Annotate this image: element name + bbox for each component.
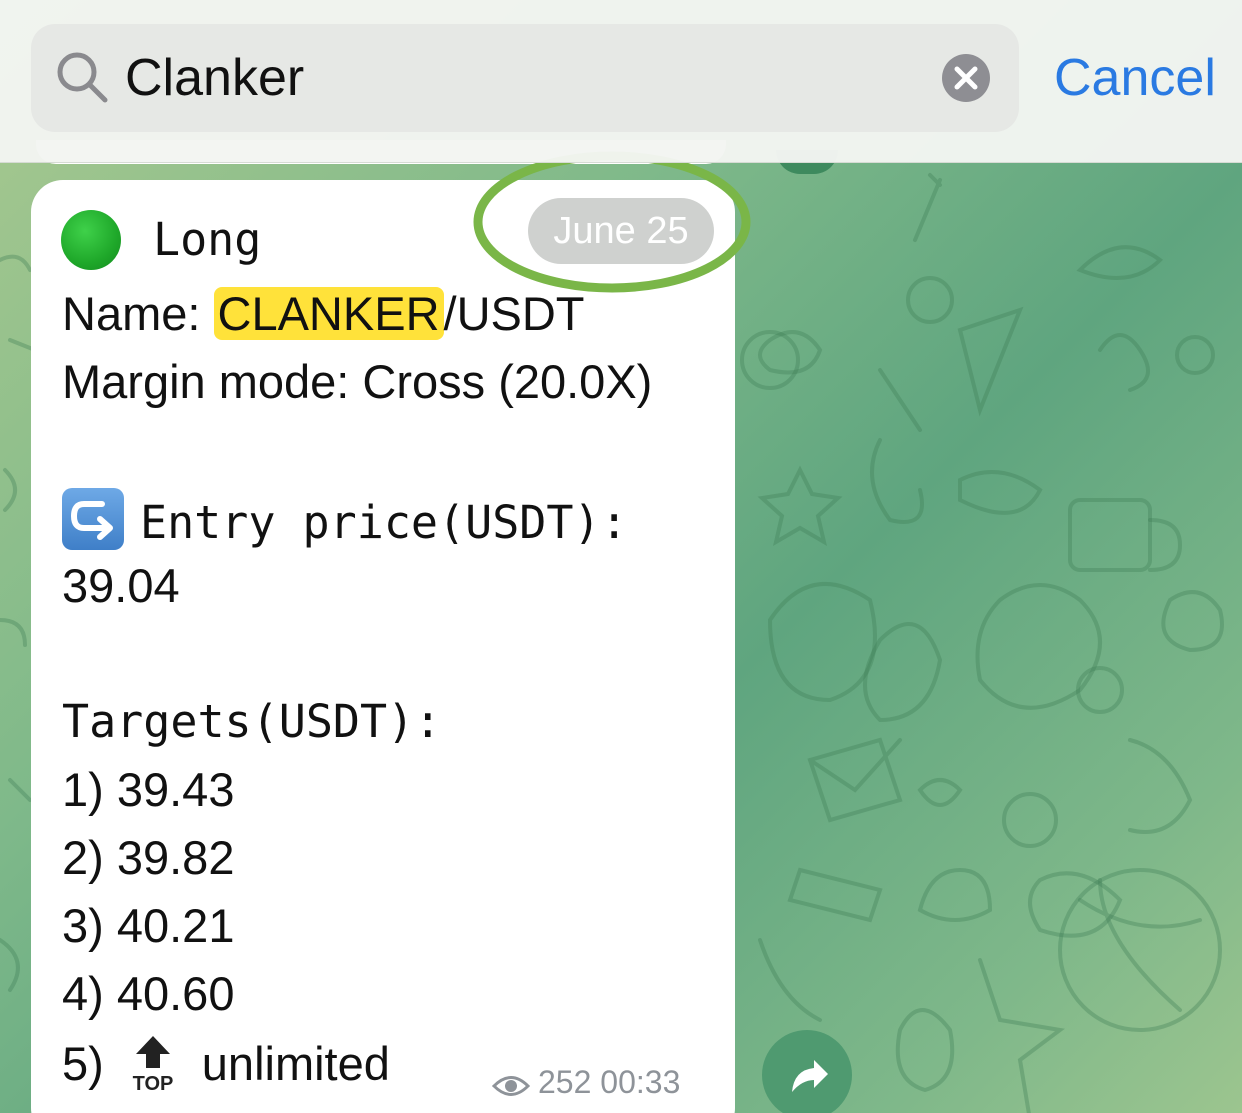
- green-circle-icon: [61, 210, 121, 270]
- name-label: Name:: [62, 287, 214, 340]
- search-query[interactable]: Clanker: [125, 48, 304, 108]
- top-arrow-icon: TOP: [130, 1034, 176, 1095]
- cancel-button[interactable]: Cancel: [1054, 48, 1216, 108]
- target-5-prefix: 5): [62, 1037, 104, 1090]
- entry-price-line: Entry price(USDT):: [62, 488, 628, 551]
- target-2: 2) 39.82: [62, 831, 235, 884]
- message-time: 00:33: [600, 1064, 681, 1100]
- share-button[interactable]: [762, 1030, 852, 1113]
- share-icon: [792, 1060, 828, 1092]
- clear-search-button[interactable]: [942, 54, 990, 102]
- target-5: 5) TOP unlimited: [62, 1034, 390, 1095]
- entry-price-value: 39.04: [62, 559, 180, 612]
- search-header: Clanker Cancel: [0, 0, 1242, 163]
- direction-text: Long: [153, 213, 262, 266]
- target-5-value: unlimited: [201, 1037, 390, 1090]
- search-icon: [57, 52, 108, 103]
- right-arrow-curving-left-icon: [62, 488, 124, 550]
- message-meta: 252 00:33: [491, 1062, 681, 1102]
- targets-label: Targets(USDT):: [62, 695, 442, 748]
- top-icon-text: TOP: [132, 1073, 173, 1094]
- view-count: 252: [538, 1064, 592, 1100]
- clear-icon: [954, 66, 978, 90]
- annotation-circle: [473, 151, 751, 293]
- search-input[interactable]: Clanker: [31, 24, 1019, 132]
- message-bubble[interactable]: Long Name: CLANKER/USDT Margin mode: Cro…: [31, 180, 735, 1113]
- target-4: 4) 40.60: [62, 967, 235, 1020]
- target-1: 1) 39.43: [62, 763, 235, 816]
- margin-mode-text: Margin mode: Cross (20.0X): [62, 355, 653, 408]
- entry-label: Entry price(USDT):: [140, 496, 628, 549]
- target-3: 3) 40.21: [62, 899, 235, 952]
- eye-icon: [491, 1076, 531, 1096]
- chat-screen: Long Name: CLANKER/USDT Margin mode: Cro…: [0, 0, 1242, 1113]
- search-match-highlight: CLANKER: [213, 287, 444, 340]
